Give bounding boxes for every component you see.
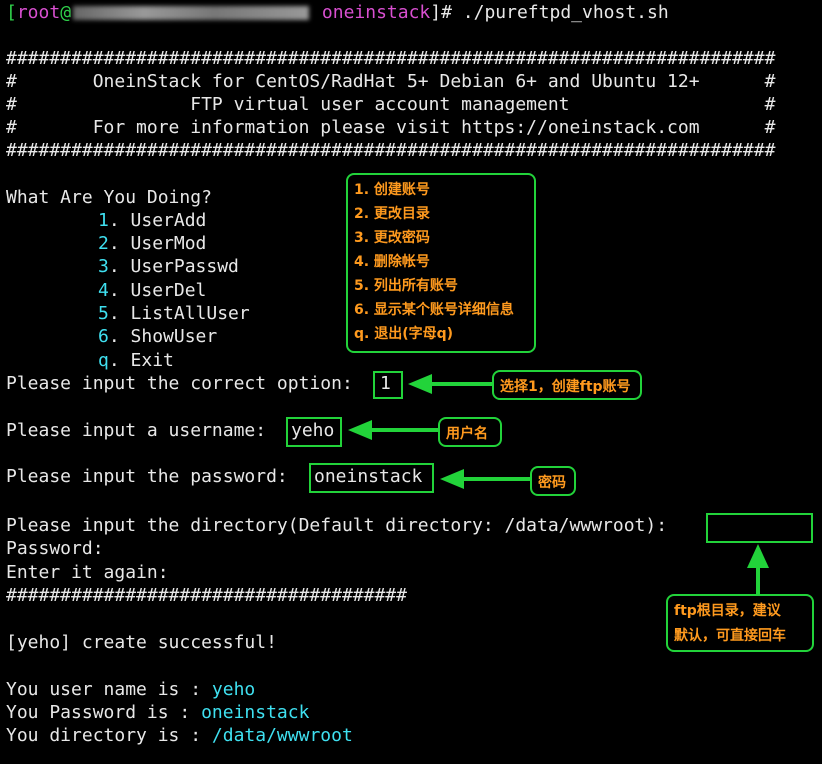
prompt-host: oneinstack [321,2,431,23]
menu-note: 4. 删除帐号 [354,254,430,270]
terminal-window[interactable]: [root@ oneinstack]# ./pureftpd_vhost.sh … [0,0,822,764]
result-username-line: You user name is : yeho [6,679,256,700]
prompt-at: @ [60,2,72,23]
directory-note-line2: 默认，可直接回车 [674,628,786,644]
option-prompt: Please input the correct option: [6,373,353,394]
prompt-bracket: [ [6,2,17,23]
success-message: [yeho] create successful! [6,632,277,653]
banner-line-3: # For more information please visit http… [6,117,776,138]
enter-again-line: Enter it again: [6,562,169,583]
menu-note: q. 退出(字母q) [354,326,454,342]
username-note-text: 用户名 [446,426,488,442]
username-note-callout: 用户名 [438,417,502,447]
menu-item: 2. UserMod [98,233,207,254]
menu-note: 3. 更改密码 [354,230,430,246]
menu-question: What Are You Doing? [6,187,212,208]
password-prompt: Please input the password: [6,466,288,487]
menu-item: 6. ShowUser [98,326,218,347]
option-highlight-box [373,371,403,399]
menu-note: 6. 显示某个账号详细信息 [354,302,514,318]
directory-highlight-box [706,513,813,543]
option-note-text: 选择1，创建ftp账号 [500,379,631,395]
option-note-callout: 选择1，创建ftp账号 [492,370,642,400]
password-highlight-box [309,463,434,493]
menu-item: 3. UserPasswd [98,256,239,277]
menu-note: 1. 创建账号 [354,182,430,198]
menu-item: q. Exit [98,350,174,371]
prompt-user: root [16,2,61,23]
directory-note-callout: ftp根目录，建议 默认，可直接回车 [666,594,814,652]
username-arrow-icon [348,420,438,440]
banner-border-top: ########################################… [6,48,776,69]
password-note-text: 密码 [538,475,566,491]
password-line: Password: [6,538,104,559]
menu-note: 5. 列出所有账号 [354,278,458,294]
menu-item: 5. ListAllUser [98,303,250,324]
directory-prompt: Please input the directory(Default direc… [6,515,668,536]
password-arrow-icon [440,469,530,489]
short-border: ##################################### [6,585,407,606]
menu-notes-callout: 1. 创建账号 2. 更改目录 3. 更改密码 4. 删除帐号 5. 列出所有账… [346,173,536,353]
command-prompt-line: [root@ oneinstack]# ./pureftpd_vhost.sh [6,2,669,24]
menu-item: 1. UserAdd [98,210,207,231]
prompt-close: ]# [430,2,463,23]
password-note-callout: 密码 [530,466,576,496]
menu-note: 2. 更改目录 [354,206,430,222]
result-password-line: You Password is : oneinstack [6,702,310,723]
option-arrow-icon [408,374,492,394]
banner-line-1: # OneinStack for CentOS/RadHat 5+ Debian… [6,71,776,92]
menu-item: 4. UserDel [98,280,207,301]
banner-line-2: # FTP virtual user account management # [6,94,776,115]
username-prompt: Please input a username: [6,420,267,441]
directory-arrow-icon [747,544,769,594]
redacted-hostname [73,6,310,20]
username-highlight-box [286,417,342,447]
command-text: ./pureftpd_vhost.sh [462,2,669,23]
banner-border-bottom: ########################################… [6,140,776,161]
result-directory-line: You directory is : /data/wwwroot [6,725,353,746]
directory-note-line1: ftp根目录，建议 [674,603,781,619]
